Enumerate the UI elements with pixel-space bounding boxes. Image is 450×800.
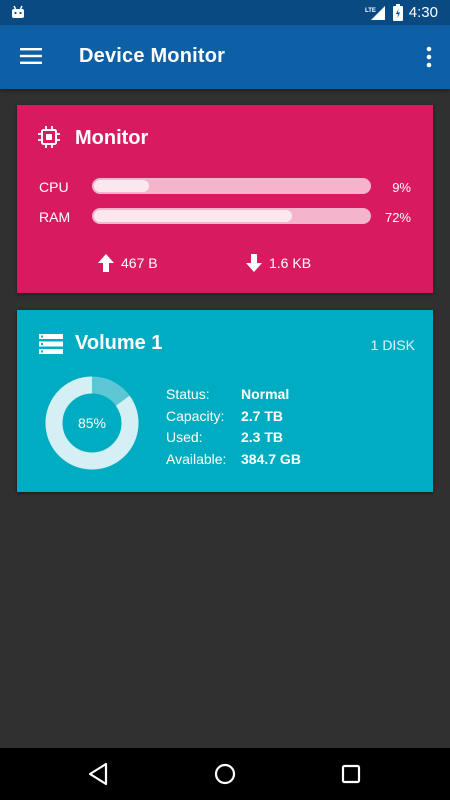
stat-row-available: Available: 384.7 GB [166,449,301,471]
ram-percent: 72% [384,210,411,225]
stat-value: 2.7 TB [241,407,284,424]
clock: 4:30 [408,4,438,21]
usage-percent: 85% [77,415,107,431]
ram-bar-fill [94,210,292,222]
system-nav-bar [0,748,450,800]
back-icon[interactable] [86,761,112,787]
android-icon [12,5,24,18]
home-icon[interactable] [212,761,238,787]
ram-label: RAM [39,209,71,225]
battery-icon [392,4,403,21]
download-value: 1.6 KB [269,255,312,271]
stat-key: Status: [166,386,210,402]
cpu-percent: 9% [392,180,411,195]
cpu-label: CPU [39,179,69,195]
lte-signal-icon: LTE [365,5,385,20]
more-vert-icon[interactable] [422,44,436,70]
svg-text:LTE: LTE [365,8,376,14]
storage-icon [39,334,63,354]
volume-card[interactable]: Volume 1 1 DISK 85% Status: Normal Capac… [17,310,433,492]
volume-stats: Status: Normal Capacity: 2.7 TB Used: 2.… [166,384,301,470]
stat-row-used: Used: 2.3 TB [166,427,301,449]
page-title: Device Monitor [79,45,226,67]
monitor-card[interactable]: Monitor CPU 9% RAM 72% 467 B 1.6 KB [17,105,433,293]
download-stat: 1.6 KB [245,253,311,273]
stat-key: Used: [166,429,203,445]
disk-count: 1 DISK [370,337,415,353]
upload-stat: 467 B [97,253,158,273]
stat-value: 2.3 TB [241,429,284,445]
upload-value: 467 B [121,255,158,271]
stat-value: Normal [241,386,290,402]
menu-icon[interactable] [20,47,42,65]
stat-value: 384.7 GB [241,450,301,467]
monitor-title: Monitor [75,127,149,149]
app-bar: Device Monitor [0,25,450,89]
stat-key: Capacity: [166,407,225,424]
stat-row-capacity: Capacity: 2.7 TB [166,406,301,428]
chip-icon [38,126,60,148]
stat-key: Available: [166,450,227,467]
volume-title: Volume 1 [75,332,163,354]
cpu-bar-fill [94,180,149,192]
recents-icon[interactable] [338,761,364,787]
status-bar: LTE 4:30 [0,0,450,25]
arrow-up-icon [98,254,114,272]
arrow-down-icon [246,254,262,272]
stat-row-status: Status: Normal [166,384,301,406]
cpu-bar [92,178,371,194]
ram-bar [92,208,371,224]
